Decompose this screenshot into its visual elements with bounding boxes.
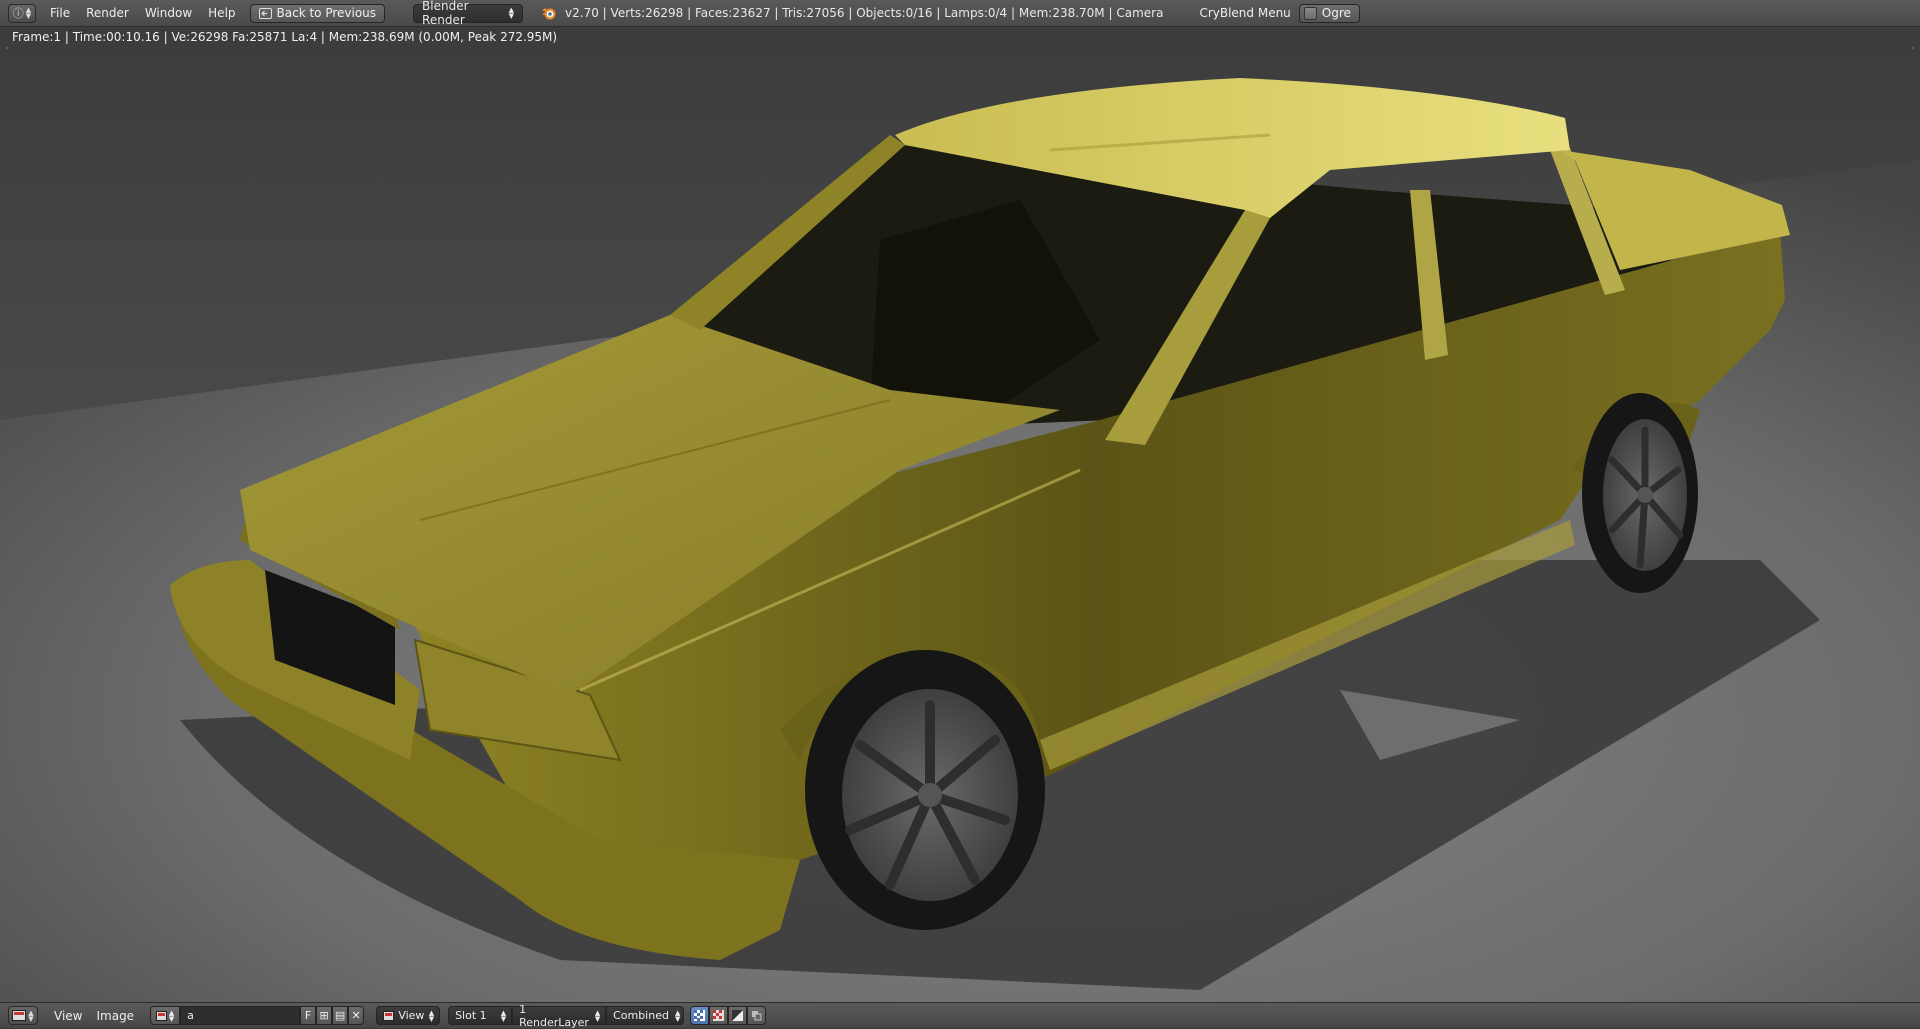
slot-dropdown[interactable]: Slot 1 ▲ ▼ — [448, 1006, 513, 1025]
checker-icon — [713, 1010, 725, 1021]
image-icon — [155, 1010, 167, 1021]
image-icon — [383, 1010, 395, 1021]
image-viewport[interactable]: + + — [0, 47, 1920, 1002]
slot-dropdown-label: Slot 1 — [455, 1009, 487, 1022]
dropdown-arrows-icon: ▲ ▼ — [674, 1008, 681, 1023]
view-dropdown-label: View — [398, 1009, 425, 1022]
back-icon — [258, 7, 272, 19]
draw-alpha-button[interactable] — [690, 1006, 710, 1025]
menu-image[interactable]: Image — [96, 1009, 134, 1023]
z-buffer-button[interactable] — [728, 1006, 748, 1025]
image-editor-icon — [12, 1010, 27, 1021]
draw-alpha-icon — [694, 1010, 706, 1021]
blender-logo-icon — [542, 8, 556, 20]
dropdown-arrows-icon: ▲ ▼ — [428, 1008, 435, 1023]
editor-type-arrows-icon: ▲ ▼ — [28, 1008, 34, 1023]
render-layer-dropdown[interactable]: 1 RenderLayer ▲ ▼ — [512, 1003, 607, 1029]
folder-icon: ▤ — [334, 1009, 346, 1022]
render-pass-label: Combined — [613, 1009, 669, 1022]
unlink-image-button[interactable]: ✕ — [348, 1006, 365, 1025]
display-channel-buttons — [690, 1006, 767, 1025]
render-layer-label: 1 RenderLayer — [519, 1002, 589, 1029]
editor-type-button[interactable]: ▲ ▼ — [8, 1006, 38, 1025]
channel-button[interactable] — [747, 1006, 767, 1025]
menu-view[interactable]: View — [54, 1009, 82, 1023]
back-to-previous-button[interactable]: Back to Previous — [249, 3, 386, 23]
ogre-label: Ogre — [1321, 6, 1351, 20]
checker-button[interactable] — [709, 1006, 729, 1025]
editor-type-button[interactable]: ⓘ ▲ ▼ — [8, 3, 36, 23]
new-image-button[interactable]: ⊞ — [316, 1006, 333, 1025]
menu-window[interactable]: Window — [145, 6, 192, 20]
channel-icon — [752, 1011, 762, 1021]
back-to-previous-label: Back to Previous — [276, 6, 377, 20]
render-engine-select[interactable]: Blender Render ▲ ▼ — [413, 0, 524, 27]
area-split-corner-icon[interactable]: + — [1909, 47, 1917, 52]
scene-stats: v2.70 | Verts:26298 | Faces:23627 | Tris… — [565, 6, 1164, 20]
dropdown-arrows-icon: ▲ ▼ — [508, 6, 515, 20]
dropdown-arrows-icon: ▲ ▼ — [594, 1008, 601, 1023]
render-engine-label: Blender Render — [422, 0, 469, 27]
browse-image-button[interactable]: ▲ ▼ — [150, 1006, 181, 1025]
close-icon: ✕ — [351, 1009, 361, 1022]
fake-user-button[interactable]: F — [300, 1006, 317, 1025]
view-dropdown[interactable]: View ▲ ▼ — [376, 1006, 441, 1025]
image-editor-header: ▲▼ View Image ▲▼ F ⊞ ▤ ✕ View ▲▼ S — [0, 1002, 1920, 1029]
rendered-car-image — [0, 47, 1920, 1002]
area-split-corner-icon[interactable]: + — [3, 47, 11, 52]
ogre-toggle[interactable]: Ogre — [1298, 3, 1360, 23]
image-name-field[interactable] — [180, 1006, 301, 1025]
dropdown-arrows-icon: ▲ ▼ — [168, 1008, 175, 1023]
image-datablock: ▲▼ F ⊞ ▤ ✕ — [150, 1006, 365, 1025]
menu-file[interactable]: File — [50, 6, 70, 20]
menu-help[interactable]: Help — [208, 6, 235, 20]
open-image-button[interactable]: ▤ — [332, 1006, 349, 1025]
menu-render[interactable]: Render — [86, 6, 129, 20]
editor-type-arrows-icon: ▲ ▼ — [25, 6, 32, 20]
cryblend-menu[interactable]: CryBlend Menu — [1199, 6, 1290, 20]
info-header: ⓘ ▲ ▼ File Render Window Help Back to Pre… — [0, 0, 1920, 27]
z-buffer-icon — [732, 1010, 744, 1021]
render-info-line: Frame:1 | Time:00:10.16 | Ve:26298 Fa:25… — [0, 27, 1920, 47]
plus-icon: ⊞ — [319, 1009, 329, 1022]
render-pass-dropdown[interactable]: Combined ▲ ▼ — [606, 1006, 685, 1025]
dropdown-arrows-icon: ▲ ▼ — [500, 1008, 507, 1023]
info-icon: ⓘ — [12, 7, 24, 20]
ogre-checkbox[interactable] — [1303, 6, 1317, 20]
